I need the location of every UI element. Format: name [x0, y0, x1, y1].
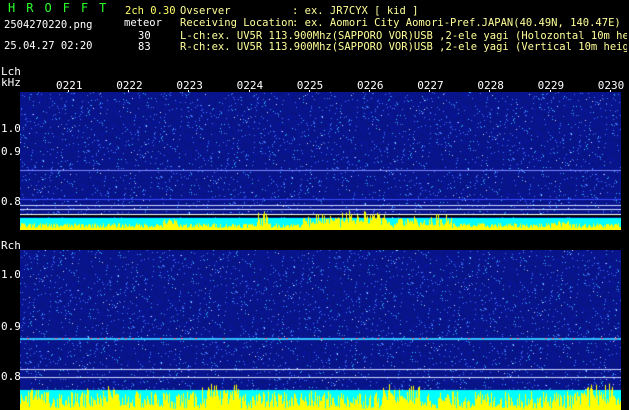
- observer-label: Ovserver: [180, 5, 231, 17]
- time-tick-0221: 0221: [56, 79, 83, 92]
- datetime: 25.04.27 02:20: [4, 40, 93, 52]
- rch-ytick-0-8: 0.8: [1, 370, 21, 383]
- r-count: 83: [138, 41, 151, 53]
- time-tick-0230: 0230: [597, 79, 625, 92]
- time-tick-0224: 0224: [236, 79, 264, 92]
- lch-ytick-0-9: 0.9: [1, 145, 21, 158]
- location-value: : ex. Aomori City Aomori-Pref.JAPAN(40.4…: [292, 17, 621, 29]
- lch-spectrogram: [20, 92, 621, 230]
- time-tick-0228: 0228: [477, 79, 504, 92]
- rch-ytick-1-0: 1.0: [1, 268, 21, 281]
- app-logo: HROFFT: [8, 1, 118, 15]
- lch-unit: kHz: [1, 76, 21, 89]
- time-tick-0225: 0225: [296, 79, 324, 92]
- rch-description: R-ch:ex. UV5R 113.900Mhz(SAPPORO VOR)USB…: [180, 41, 627, 53]
- time-tick-0223: 0223: [176, 79, 203, 92]
- rch-label: Rch: [1, 239, 21, 252]
- rch-spectrogram: [20, 250, 621, 410]
- lch-ytick-0-8: 0.8: [1, 195, 21, 208]
- mode-label: 2ch 0.30: [125, 5, 176, 17]
- observer-value: : ex. JR7CYX [ kid ]: [292, 5, 419, 17]
- time-tick-0227: 0227: [417, 79, 444, 92]
- mode-sub-label: meteor: [124, 17, 162, 29]
- location-label: Receiving Location: [180, 17, 294, 29]
- time-tick-0222: 0222: [116, 79, 143, 92]
- time-tick-0229: 0229: [537, 79, 565, 92]
- lch-ytick-1-0: 1.0: [1, 122, 21, 135]
- filename: 2504270220.png: [4, 19, 93, 31]
- rch-ytick-0-9: 0.9: [1, 320, 21, 333]
- time-tick-0226: 0226: [357, 79, 384, 92]
